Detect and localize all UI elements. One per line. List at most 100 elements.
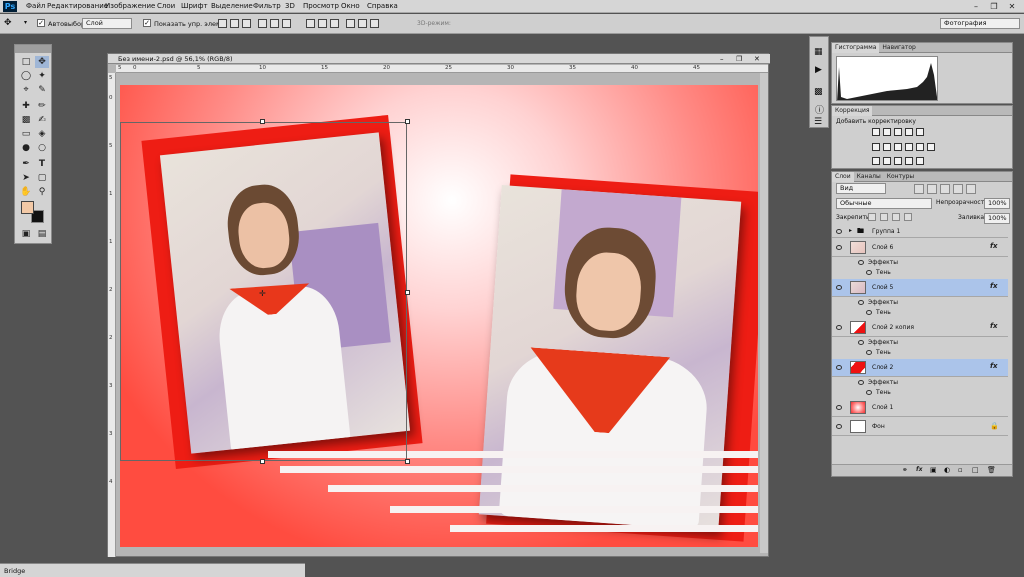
lock-transparency-icon[interactable] bbox=[868, 213, 876, 221]
layer-row-group[interactable]: ▸ 🖿 Группа 1 bbox=[832, 226, 1008, 238]
menu-image[interactable]: Изображение bbox=[105, 2, 155, 10]
eye-icon[interactable] bbox=[866, 350, 872, 355]
menu-view[interactable]: Просмотр bbox=[303, 2, 339, 10]
eye-icon[interactable] bbox=[858, 340, 864, 345]
layer-row-selected[interactable]: Слой 5 fx bbox=[832, 279, 1008, 297]
info-panel-icon[interactable]: ⓘ bbox=[815, 103, 824, 116]
bridge-tab[interactable]: Bridge bbox=[4, 567, 25, 575]
color-lookup-icon[interactable] bbox=[927, 143, 935, 151]
menu-edit[interactable]: Редактирование bbox=[47, 2, 108, 10]
eye-icon[interactable] bbox=[866, 390, 872, 395]
autoselect-checkbox[interactable]: ✓ bbox=[37, 19, 45, 27]
eye-icon[interactable] bbox=[858, 300, 864, 305]
hue-saturation-icon[interactable] bbox=[872, 143, 880, 151]
eye-icon[interactable] bbox=[836, 405, 842, 410]
transform-center-icon[interactable]: ✛ bbox=[259, 289, 266, 298]
history-brush-tool-icon[interactable]: ✍ bbox=[35, 114, 49, 126]
crop-tool-icon[interactable]: ⌖ bbox=[19, 84, 33, 96]
lasso-tool-icon[interactable]: ◯ bbox=[19, 70, 33, 82]
blur-tool-icon[interactable]: ● bbox=[19, 142, 33, 154]
doc-close-icon[interactable]: ✕ bbox=[754, 54, 760, 64]
layer-row-selected[interactable]: Слой 2 fx bbox=[832, 359, 1008, 377]
paragraph-panel-icon[interactable]: ☰ bbox=[814, 117, 822, 127]
add-style-icon[interactable]: fx bbox=[916, 466, 922, 473]
align-bottom-icon[interactable] bbox=[242, 19, 251, 28]
filter-adjust-icon[interactable] bbox=[927, 184, 937, 194]
color-balance-icon[interactable] bbox=[883, 143, 891, 151]
lock-all-icon[interactable] bbox=[904, 213, 912, 221]
transform-handle[interactable] bbox=[260, 119, 265, 124]
filter-pixel-icon[interactable] bbox=[914, 184, 924, 194]
ruler-vertical[interactable]: 5 0 5 1 1 2 2 3 3 4 bbox=[108, 73, 116, 557]
layer-name[interactable]: Группа 1 bbox=[872, 228, 900, 235]
filter-shape-icon[interactable] bbox=[953, 184, 963, 194]
new-adjustment-icon[interactable]: ◐ bbox=[944, 466, 950, 474]
show-controls-checkbox[interactable]: ✓ bbox=[143, 19, 151, 27]
black-white-icon[interactable] bbox=[894, 143, 902, 151]
layer-row[interactable]: Слой 6 fx bbox=[832, 239, 1008, 257]
layer-filter-kind-dropdown[interactable]: Вид bbox=[836, 183, 886, 194]
align-right-icon[interactable] bbox=[282, 19, 291, 28]
tab-histogram[interactable]: Гистограмма bbox=[832, 43, 880, 53]
move-tool-icon[interactable]: ✥ bbox=[4, 18, 12, 28]
marquee-tool-icon[interactable]: □ bbox=[19, 56, 33, 68]
tab-navigator[interactable]: Навигатор bbox=[879, 43, 918, 53]
curves-icon[interactable] bbox=[894, 128, 902, 136]
filter-type-icon[interactable] bbox=[940, 184, 950, 194]
menu-select[interactable]: Выделение bbox=[211, 2, 253, 10]
distribute-top-icon[interactable] bbox=[306, 19, 315, 28]
workspace-dropdown[interactable]: Фотография bbox=[940, 18, 1020, 29]
histogram-panel-icon[interactable]: ▦ bbox=[814, 47, 823, 57]
eye-icon[interactable] bbox=[836, 229, 842, 234]
fx-icon[interactable]: fx bbox=[990, 362, 998, 370]
layer-name[interactable]: Слой 5 bbox=[872, 284, 893, 291]
eraser-tool-icon[interactable]: ▭ bbox=[19, 128, 33, 140]
expand-arrow-icon[interactable]: ▸ bbox=[849, 227, 852, 234]
layer-row[interactable]: Слой 1 bbox=[832, 399, 1008, 417]
effects-row[interactable]: Эффекты bbox=[832, 258, 1008, 268]
effect-row[interactable]: Тень bbox=[832, 268, 1008, 278]
gradient-map-icon[interactable] bbox=[905, 157, 913, 165]
effects-row[interactable]: Эффекты bbox=[832, 298, 1008, 308]
eye-icon[interactable] bbox=[836, 424, 842, 429]
distribute-middle-icon[interactable] bbox=[318, 19, 327, 28]
brush-tool-icon[interactable]: ✏ bbox=[35, 100, 49, 112]
filter-smart-icon[interactable] bbox=[966, 184, 976, 194]
foreground-color-swatch[interactable] bbox=[21, 201, 34, 214]
dodge-tool-icon[interactable]: ○ bbox=[35, 142, 49, 154]
path-select-tool-icon[interactable]: ➤ bbox=[19, 172, 33, 184]
layer-name[interactable]: Слой 2 копия bbox=[872, 324, 914, 331]
restore-icon[interactable]: ❐ bbox=[986, 1, 1002, 12]
layer-name[interactable]: Слой 6 bbox=[872, 244, 893, 251]
move-tool-icon[interactable]: ✥ bbox=[35, 56, 49, 68]
channel-mixer-icon[interactable] bbox=[916, 143, 924, 151]
menu-3d[interactable]: 3D bbox=[285, 2, 295, 10]
eye-icon[interactable] bbox=[836, 365, 842, 370]
brightness-icon[interactable] bbox=[872, 128, 880, 136]
photo-filter-icon[interactable] bbox=[905, 143, 913, 151]
eye-icon[interactable] bbox=[836, 285, 842, 290]
effect-row[interactable]: Тень bbox=[832, 308, 1008, 318]
scrollbar-vertical[interactable] bbox=[760, 73, 768, 553]
document-tab[interactable]: Без имени-2.psd @ 56,1% (RGB/8) – ❐ ✕ bbox=[108, 54, 770, 64]
adjust-panel-icon[interactable]: ▩ bbox=[814, 87, 823, 97]
menu-file[interactable]: Файл bbox=[26, 2, 45, 10]
transform-handle[interactable] bbox=[260, 459, 265, 464]
lock-position-icon[interactable] bbox=[892, 213, 900, 221]
tab-layers[interactable]: Слои bbox=[832, 172, 854, 182]
image-canvas[interactable]: ✛ bbox=[120, 85, 758, 547]
selective-color-icon[interactable] bbox=[916, 157, 924, 165]
fx-icon[interactable]: fx bbox=[990, 282, 998, 290]
tab-channels[interactable]: Каналы bbox=[854, 172, 884, 182]
invert-icon[interactable] bbox=[872, 157, 880, 165]
distribute-center-icon[interactable] bbox=[358, 19, 367, 28]
lock-pixels-icon[interactable] bbox=[880, 213, 888, 221]
quick-select-tool-icon[interactable]: ✦ bbox=[35, 70, 49, 82]
effects-row[interactable]: Эффекты bbox=[832, 338, 1008, 348]
transform-handle[interactable] bbox=[405, 290, 410, 295]
fx-icon[interactable]: fx bbox=[990, 322, 998, 330]
clone-stamp-tool-icon[interactable]: ▩ bbox=[19, 114, 33, 126]
threshold-icon[interactable] bbox=[894, 157, 902, 165]
minimize-icon[interactable]: – bbox=[968, 1, 984, 12]
tools-panel-header[interactable] bbox=[15, 45, 51, 53]
